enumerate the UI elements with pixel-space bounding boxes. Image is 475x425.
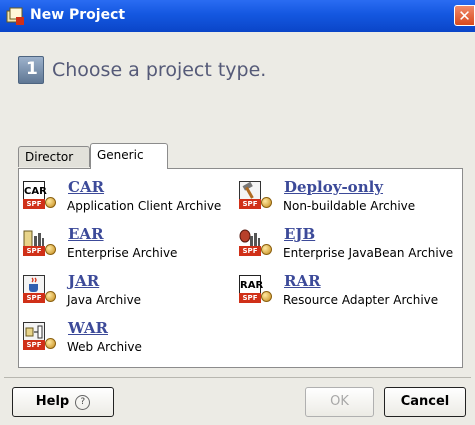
tab-director[interactable]: Director bbox=[18, 146, 90, 167]
project-type-rar[interactable]: RAR SPF RAR Resource Adapter Archive bbox=[235, 269, 455, 315]
page-heading: Choose a project type. bbox=[52, 59, 267, 81]
button-separator bbox=[4, 377, 471, 378]
project-type-war[interactable]: SPF WAR Web Archive bbox=[19, 316, 239, 362]
new-project-dialog: New Project ✕ 1 Choose a project type. D… bbox=[0, 0, 475, 425]
hammer-glyph bbox=[239, 181, 261, 201]
rar-chip: RAR bbox=[239, 275, 263, 295]
project-app-icon bbox=[6, 7, 24, 25]
close-button[interactable]: ✕ bbox=[454, 5, 475, 26]
project-type-name[interactable]: CAR bbox=[68, 178, 104, 196]
ejb-glyph bbox=[239, 229, 260, 247]
spf-badge: SPF bbox=[23, 293, 45, 303]
spf-badge: SPF bbox=[23, 340, 45, 350]
project-type-description: Application Client Archive bbox=[67, 199, 222, 213]
car-chip: CAR bbox=[23, 181, 47, 201]
wizard-header: 1 Choose a project type. bbox=[4, 32, 471, 160]
project-type-description: Resource Adapter Archive bbox=[283, 293, 439, 307]
project-type-description: Enterprise JavaBean Archive bbox=[283, 246, 454, 260]
help-icon: ? bbox=[75, 395, 91, 410]
cancel-button[interactable]: Cancel bbox=[384, 387, 466, 417]
ear-icon: SPF bbox=[23, 228, 61, 262]
project-type-name[interactable]: RAR bbox=[284, 272, 321, 290]
step-number: 1 bbox=[26, 59, 38, 79]
spf-badge: SPF bbox=[23, 246, 45, 256]
help-button[interactable]: Help? bbox=[12, 387, 114, 417]
spf-badge: SPF bbox=[23, 199, 45, 209]
title-bar[interactable]: New Project ✕ bbox=[0, 0, 475, 32]
project-type-name[interactable]: Deploy-only bbox=[284, 178, 383, 196]
project-type-ejb[interactable]: SPF EJB Enterprise JavaBean Archive bbox=[235, 222, 455, 268]
project-type-description: Enterprise Archive bbox=[67, 246, 178, 260]
project-type-name[interactable]: WAR bbox=[68, 319, 108, 337]
bean-icon bbox=[45, 291, 56, 302]
bean-icon bbox=[45, 244, 56, 255]
spf-badge: SPF bbox=[239, 199, 261, 209]
bean-icon bbox=[261, 244, 272, 255]
project-type-list: CAR SPF CAR Application Client Archive S… bbox=[18, 168, 463, 368]
car-icon: CAR SPF bbox=[23, 181, 61, 215]
spf-badge: SPF bbox=[239, 246, 261, 256]
ejb-icon: SPF bbox=[239, 228, 277, 262]
step-number-icon: 1 bbox=[18, 56, 44, 84]
window-title: New Project bbox=[30, 7, 126, 23]
project-type-description: Web Archive bbox=[67, 340, 142, 354]
help-button-label: Help bbox=[35, 394, 70, 409]
rar-icon: RAR SPF bbox=[239, 275, 277, 309]
project-type-jar[interactable]: SPF JAR Java Archive bbox=[19, 269, 239, 315]
project-type-description: Java Archive bbox=[67, 293, 142, 307]
tab-generic[interactable]: Generic bbox=[90, 143, 168, 169]
bean-icon bbox=[45, 338, 56, 349]
hammer-icon: SPF bbox=[239, 181, 277, 215]
java-cup-icon: SPF bbox=[23, 275, 61, 309]
bean-icon bbox=[45, 197, 56, 208]
java-cup-glyph bbox=[23, 275, 45, 295]
war-glyph bbox=[23, 322, 45, 342]
project-type-deploy-only[interactable]: SPF Deploy-only Non-buildable Archive bbox=[235, 175, 455, 221]
bean-icon bbox=[261, 197, 272, 208]
spf-badge: SPF bbox=[239, 293, 261, 303]
project-type-name[interactable]: EJB bbox=[284, 225, 315, 243]
project-type-name[interactable]: JAR bbox=[68, 272, 99, 290]
close-icon: ✕ bbox=[458, 7, 471, 25]
ok-button[interactable]: OK bbox=[305, 387, 374, 417]
bean-icon bbox=[261, 291, 272, 302]
ear-glyph bbox=[23, 230, 44, 248]
project-type-description: Non-buildable Archive bbox=[283, 199, 416, 213]
war-icon: SPF bbox=[23, 322, 61, 356]
project-type-car[interactable]: CAR SPF CAR Application Client Archive bbox=[19, 175, 239, 221]
project-type-ear[interactable]: SPF EAR Enterprise Archive bbox=[19, 222, 239, 268]
project-type-name[interactable]: EAR bbox=[68, 225, 104, 243]
